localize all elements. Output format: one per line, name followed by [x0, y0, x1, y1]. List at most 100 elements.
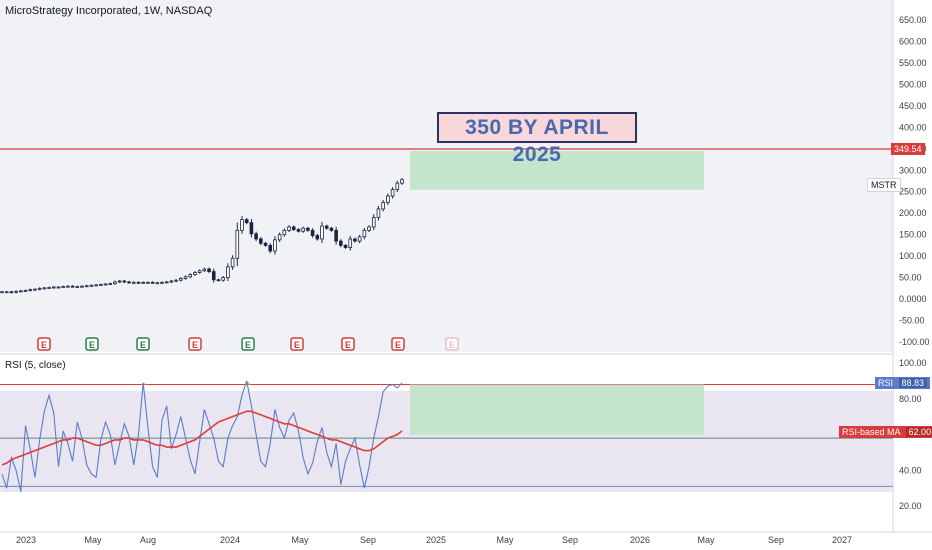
candle-up — [202, 268, 207, 272]
earnings-marker-letter: E — [245, 340, 251, 350]
time-axis-tick-label: 2025 — [426, 535, 446, 545]
candle-up — [155, 282, 160, 285]
candle-up — [33, 288, 37, 291]
earnings-marker[interactable]: E — [241, 337, 255, 351]
candle-down — [339, 240, 343, 246]
time-axis-tick-label: May — [496, 535, 514, 545]
rsi-projection-zone — [410, 384, 704, 435]
candle-up — [28, 289, 33, 292]
time-axis-tick-label: May — [697, 535, 715, 545]
candle-up — [47, 287, 51, 289]
candle-up — [146, 281, 150, 284]
price-axis-tick-label: -50.00 — [899, 316, 925, 326]
candle-up — [4, 291, 9, 294]
price-axis-tick-label: 400.00 — [899, 122, 927, 132]
candle-up — [94, 284, 98, 287]
rsi-axis-tick-label: 100.00 — [899, 358, 927, 368]
earnings-marker[interactable]: E — [37, 337, 51, 351]
candle-down — [211, 271, 216, 281]
candle-down — [296, 229, 301, 232]
price-axis-tick-label: 300.00 — [899, 165, 927, 175]
symbol-title: MicroStrategy Incorporated, 1W, NASDAQ — [5, 5, 213, 17]
candle-up — [23, 290, 28, 292]
earnings-marker[interactable]: E — [136, 337, 150, 351]
earnings-marker[interactable]: E — [85, 337, 99, 351]
candle-down — [324, 225, 329, 229]
earnings-marker[interactable]: E — [391, 337, 405, 351]
candle-down — [136, 281, 141, 284]
earnings-marker[interactable]: E — [341, 337, 355, 351]
candle-down — [122, 280, 127, 283]
symbol-tag: MSTR — [867, 178, 901, 192]
time-axis-tick-label: 2024 — [220, 535, 240, 545]
candle-up — [99, 284, 103, 286]
time-axis-tick-label: May — [84, 535, 102, 545]
time-axis-tick-label: 2026 — [630, 535, 650, 545]
candle-up — [19, 290, 23, 293]
price-axis-tick-label: 450.00 — [899, 101, 927, 111]
time-axis-tick-label: 2027 — [832, 535, 852, 545]
candle-up — [362, 229, 367, 238]
time-axis-tick-label: Sep — [360, 535, 376, 545]
rsi-value-label: RSI 88.83 — [875, 377, 931, 389]
candle-down — [207, 268, 211, 272]
candle-down — [329, 227, 334, 231]
price-axis-tick-label: 100.00 — [899, 251, 927, 261]
candle-up — [221, 277, 225, 281]
price-axis-tick-label: 550.00 — [899, 58, 927, 68]
candle-down — [315, 235, 320, 240]
price-axis-tick-label: -100.00 — [899, 337, 930, 347]
candle-up — [386, 195, 390, 203]
candle-up — [37, 287, 42, 290]
candle-up — [164, 281, 169, 284]
earnings-marker-letter: E — [192, 340, 198, 350]
candle-up — [179, 278, 183, 281]
candle-up — [240, 219, 244, 231]
candle-up — [42, 287, 47, 290]
candle-down — [310, 229, 315, 236]
earnings-marker[interactable]: E — [290, 337, 304, 351]
candle-up — [348, 238, 353, 248]
candle-up — [103, 283, 108, 286]
candle-up — [301, 227, 305, 232]
time-axis-tick-label: Aug — [140, 535, 156, 545]
candle-down — [263, 242, 268, 246]
candle-down — [268, 244, 273, 252]
price-axis-tick-label: 50.00 — [899, 273, 922, 283]
time-axis-tick-label: Sep — [768, 535, 784, 545]
candle-down — [254, 233, 258, 240]
earnings-marker[interactable]: E — [445, 337, 459, 351]
candle-down — [249, 222, 254, 235]
annotation-callout[interactable]: 350 BY APRIL 2025 — [437, 112, 637, 166]
rsi-ma-name: RSI-based MA — [842, 427, 901, 437]
candle-up — [381, 202, 385, 210]
candle-up — [287, 226, 291, 231]
candle-up — [395, 182, 400, 190]
candle-up — [273, 239, 277, 252]
candle-down — [70, 285, 75, 288]
price-axis-tick-label: 150.00 — [899, 230, 927, 240]
candle-down — [259, 238, 263, 244]
rsi-axis-tick-label: 40.00 — [899, 465, 922, 475]
target-price-value: 349.54 — [894, 144, 922, 154]
candle-up — [197, 270, 202, 273]
candle-down — [291, 226, 296, 230]
candle-up — [193, 272, 197, 275]
price-axis-tick-label: 0.0000 — [899, 294, 927, 304]
rsi-indicator-title[interactable]: RSI (5, close) — [5, 360, 66, 371]
candle-up — [75, 286, 80, 289]
candle-up — [367, 226, 371, 231]
earnings-marker[interactable]: E — [188, 337, 202, 351]
candle-down — [150, 281, 155, 284]
chart-area[interactable]: 650.00600.00550.00500.00450.00400.00350.… — [0, 0, 932, 550]
time-axis-tick-label: 2023 — [16, 535, 36, 545]
candle-up — [80, 285, 84, 288]
rsi-value: 88.83 — [898, 378, 928, 388]
candle-up — [0, 291, 4, 294]
candle-up — [61, 286, 65, 289]
time-axis-tick-label: Sep — [562, 535, 578, 545]
candle-up — [84, 285, 89, 288]
candle-up — [66, 285, 70, 288]
chart-canvas[interactable]: 650.00600.00550.00500.00450.00400.00350.… — [0, 0, 932, 550]
candle-down — [343, 244, 348, 248]
